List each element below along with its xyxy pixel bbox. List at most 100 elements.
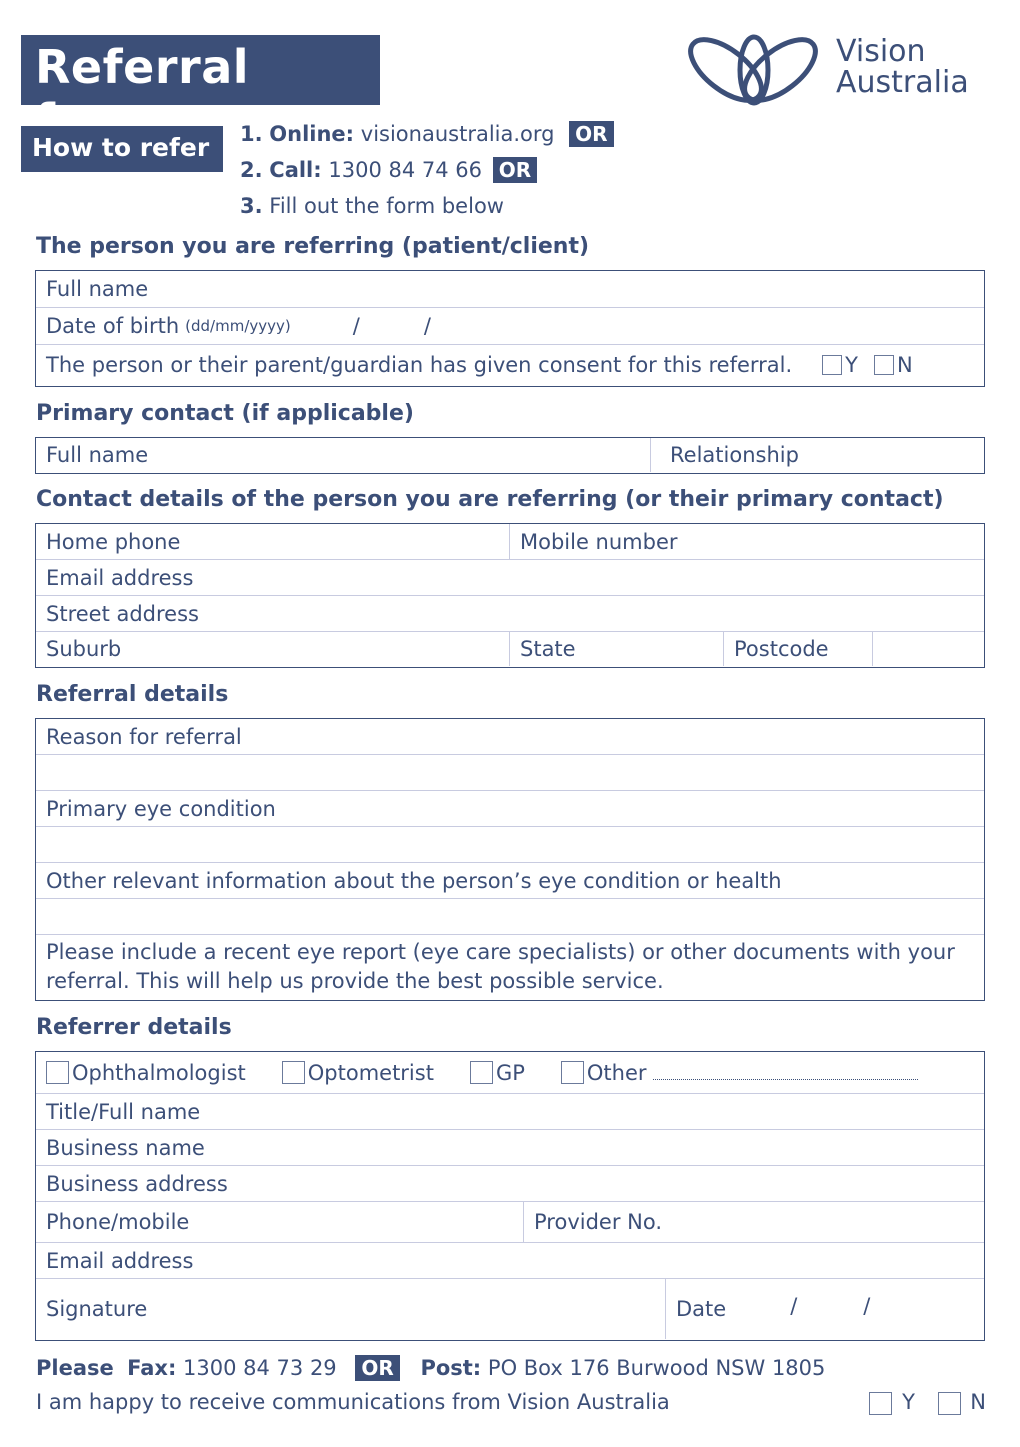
state-field[interactable]: State xyxy=(509,632,723,666)
please-label: Please xyxy=(36,1356,114,1380)
date-format-hint: (dd/mm/yyyy) xyxy=(185,317,291,335)
communications-no-checkbox[interactable] xyxy=(937,1391,961,1415)
postcode-label-cell: Postcode xyxy=(723,632,872,666)
email-address-field[interactable]: Email address xyxy=(36,560,984,595)
step-label: Call: xyxy=(269,158,322,182)
consent-yes-checkbox[interactable] xyxy=(822,355,843,375)
optometrist-checkbox[interactable] xyxy=(281,1061,305,1084)
field-label: Title/Full name xyxy=(46,1099,201,1124)
field-label: Business address xyxy=(46,1171,228,1196)
call-number[interactable]: 1300 84 74 66 xyxy=(328,158,482,182)
communications-consent-row: I am happy to receive communications fro… xyxy=(36,1390,986,1415)
section-heading-contact-details: Contact details of the person you are re… xyxy=(36,487,944,512)
contact-details-section: Home phone Mobile number Email address S… xyxy=(35,523,985,668)
referrer-email-field[interactable]: Email address xyxy=(36,1243,984,1278)
postcode-field[interactable] xyxy=(872,632,984,666)
checkbox-label: GP xyxy=(495,1060,525,1085)
phone-mobile-field[interactable]: Phone/mobile xyxy=(36,1202,523,1242)
patient-full-name-field[interactable]: Full name xyxy=(36,271,984,307)
submission-instructions: Please Fax: 1300 84 73 29 OR Post: PO Bo… xyxy=(36,1355,825,1381)
post-address: PO Box 176 Burwood NSW 1805 xyxy=(487,1356,826,1380)
primary-contact-section: Full name Relationship xyxy=(35,437,985,474)
relationship-field[interactable]: Relationship xyxy=(650,438,984,472)
street-address-field[interactable]: Street address xyxy=(36,596,984,631)
or-badge: OR xyxy=(569,121,614,147)
date-separator: / xyxy=(790,1294,798,1318)
referrer-type-row: Ophthalmologist Optometrist GP Other xyxy=(36,1052,984,1093)
section-heading-referrer-details: Referrer details xyxy=(36,1015,232,1040)
field-label: Signature xyxy=(46,1297,148,1321)
checkbox-label: Y xyxy=(902,1390,915,1414)
home-phone-field[interactable]: Home phone xyxy=(36,524,509,559)
fax-number: 1300 84 73 29 xyxy=(183,1356,337,1380)
consent-no-checkbox[interactable] xyxy=(873,355,894,375)
date-separator: / xyxy=(423,314,431,338)
field-label: Primary eye condition xyxy=(46,796,276,821)
patient-dob-field[interactable]: Date of birth (dd/mm/yyyy) / / xyxy=(36,308,984,344)
business-address-field[interactable]: Business address xyxy=(36,1166,984,1201)
signature-field[interactable]: Signature xyxy=(36,1279,665,1339)
how-to-refer-banner: How to refer xyxy=(21,126,223,172)
ophthalmologist-checkbox[interactable] xyxy=(46,1061,69,1084)
field-label: Email address xyxy=(46,1248,194,1273)
field-label: Reason for referral xyxy=(46,724,242,749)
field-label: Provider No. xyxy=(534,1210,662,1234)
eye-condition-label-row: Primary eye condition xyxy=(36,791,984,826)
checkbox-label: Other xyxy=(586,1060,647,1085)
date-separator: / xyxy=(863,1294,871,1318)
or-badge: OR xyxy=(355,1355,400,1381)
consent-row: The person or their parent/guardian has … xyxy=(36,345,984,385)
other-checkbox[interactable] xyxy=(560,1061,584,1084)
or-badge: OR xyxy=(492,157,538,183)
primary-contact-name-field[interactable]: Full name xyxy=(36,438,650,472)
date-separator: / xyxy=(352,314,360,338)
title-full-name-field[interactable]: Title/Full name xyxy=(36,1094,984,1129)
suburb-field[interactable]: Suburb xyxy=(36,632,509,666)
field-label: Postcode xyxy=(734,637,829,661)
step-call: 2. Call: 1300 84 74 66 OR xyxy=(240,157,538,183)
logo-text-line1: Vision xyxy=(836,34,926,69)
step-number: 1. xyxy=(240,122,263,146)
section-heading-referral-details: Referral details xyxy=(36,682,229,707)
referral-details-section: Reason for referral Primary eye conditio… xyxy=(35,718,985,1001)
page-title-banner: Referral form xyxy=(21,35,380,148)
field-label: Phone/mobile xyxy=(46,1210,190,1234)
step-form: 3. Fill out the form below xyxy=(240,194,504,218)
field-label: State xyxy=(520,637,576,661)
business-name-field[interactable]: Business name xyxy=(36,1130,984,1165)
reason-input[interactable] xyxy=(36,755,984,790)
other-specify-input[interactable] xyxy=(652,1065,918,1080)
step-text: Fill out the form below xyxy=(269,194,504,218)
reason-label-row: Reason for referral xyxy=(36,719,984,754)
field-label: Business name xyxy=(46,1135,205,1160)
note-text: Please include a recent eye report (eye … xyxy=(46,940,955,993)
field-label: Home phone xyxy=(46,529,181,554)
eye-condition-input[interactable] xyxy=(36,827,984,862)
field-label: Suburb xyxy=(46,637,122,661)
provider-number-field[interactable]: Provider No. xyxy=(523,1202,984,1242)
field-label: Mobile number xyxy=(520,529,678,554)
referrer-date-field[interactable]: Date / / xyxy=(665,1279,984,1339)
vision-australia-logo-icon xyxy=(688,34,818,106)
step-online: 1. Online: visionaustralia.org OR xyxy=(240,121,614,147)
other-info-input[interactable] xyxy=(36,899,984,934)
step-label: Online: xyxy=(269,122,355,146)
checkbox-label: N xyxy=(896,353,913,377)
communications-text: I am happy to receive communications fro… xyxy=(36,1390,670,1414)
field-label: Other relevant information about the per… xyxy=(46,868,782,893)
field-label: Full name xyxy=(46,277,149,301)
fax-label: Fax: xyxy=(127,1356,177,1380)
field-label: Street address xyxy=(46,601,199,626)
online-link[interactable]: visionaustralia.org xyxy=(361,122,555,146)
vision-australia-logo: Vision Australia xyxy=(684,32,994,108)
referrer-details-section: Ophthalmologist Optometrist GP Other Tit… xyxy=(35,1051,985,1341)
eye-report-note: Please include a recent eye report (eye … xyxy=(36,935,984,999)
communications-yes-checkbox[interactable] xyxy=(869,1391,893,1415)
field-label: Date of birth xyxy=(46,314,180,338)
step-number: 2. xyxy=(240,158,263,182)
mobile-number-field[interactable]: Mobile number xyxy=(509,524,984,559)
section-heading-patient: The person you are referring (patient/cl… xyxy=(36,234,590,259)
field-label: Email address xyxy=(46,565,194,590)
gp-checkbox[interactable] xyxy=(469,1061,493,1084)
checkbox-label: Ophthalmologist xyxy=(72,1060,246,1085)
